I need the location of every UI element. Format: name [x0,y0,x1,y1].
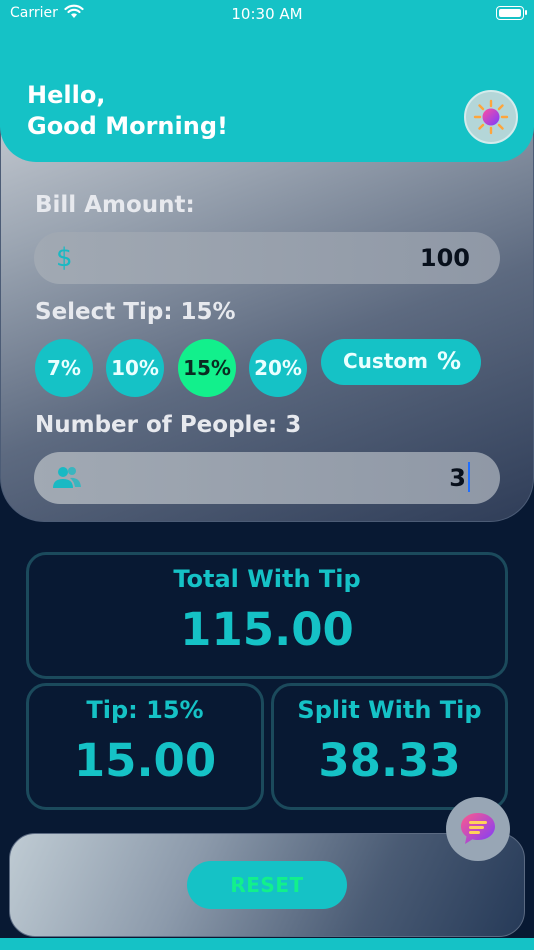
reset-button[interactable]: RESET [187,861,347,909]
chat-button[interactable] [446,797,510,861]
tip-amount-box: Tip: 15% 15.00 [26,683,264,810]
custom-tip-label: Custom [343,349,428,373]
split-with-tip-box: Split With Tip 38.33 [271,683,508,810]
tip-option-20[interactable]: 20% [249,339,307,397]
total-with-tip-box: Total With Tip 115.00 [26,552,508,679]
people-label: Number of People: 3 [35,412,302,438]
total-with-tip-value: 115.00 [180,603,354,656]
chat-icon [461,813,495,844]
percent-icon: % [437,347,462,375]
theme-toggle-button[interactable] [464,90,518,144]
greeting: Hello, Good Morning! [27,80,228,142]
dollar-icon: $ [56,243,73,273]
people-value: 3 [449,452,470,504]
people-input[interactable]: 3 [34,452,500,504]
status-bar: Carrier 10:30 AM [0,0,534,30]
tip-option-15[interactable]: 15% [178,339,236,397]
people-count: 3 [449,464,466,492]
custom-tip-button[interactable]: Custom % [321,339,481,385]
footer-bar [0,938,534,950]
tip-amount-label: Tip: 15% [86,696,204,724]
split-with-tip-value: 38.33 [318,734,461,787]
total-with-tip-label: Total With Tip [173,565,361,593]
bill-amount-label: Bill Amount: [35,192,195,218]
split-with-tip-label: Split With Tip [297,696,482,724]
tip-amount-value: 15.00 [73,734,217,787]
greeting-line-2: Good Morning! [27,112,228,140]
battery-icon [496,6,527,20]
status-time: 10:30 AM [231,5,303,23]
tip-option-10[interactable]: 10% [106,339,164,397]
bill-amount-value: 100 [419,244,470,272]
people-icon [53,467,81,488]
bill-amount-input[interactable]: $ 100 [34,232,500,284]
tip-option-7[interactable]: 7% [35,339,93,397]
sun-icon [473,99,509,135]
text-cursor [468,462,470,492]
greeting-line-1: Hello, [27,81,106,109]
select-tip-label: Select Tip: 15% [35,299,236,325]
